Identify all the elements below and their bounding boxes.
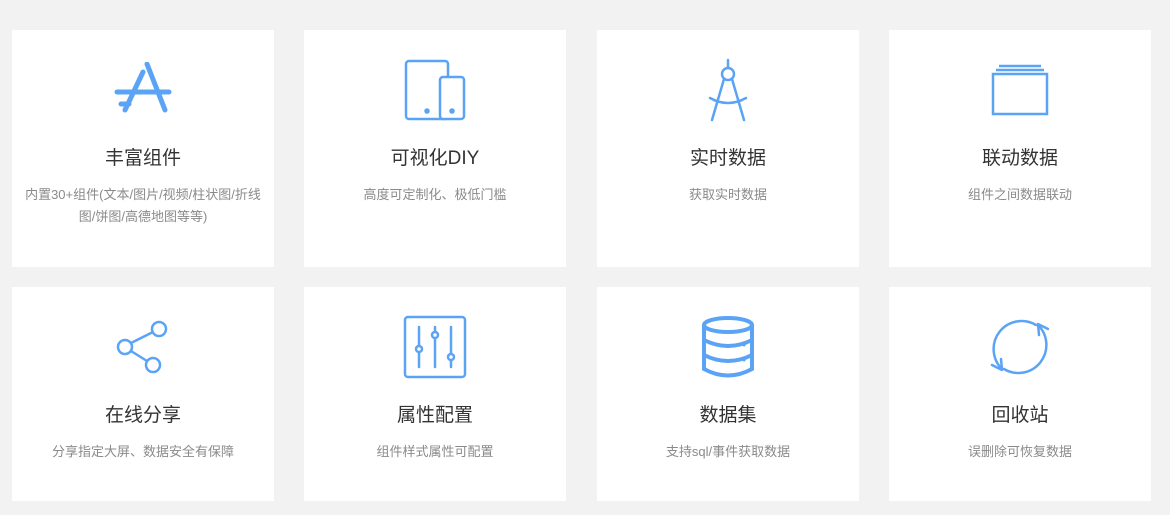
compass-icon xyxy=(597,58,859,122)
feature-description: 误删除可恢复数据 xyxy=(967,444,1072,459)
window-stack-icon xyxy=(889,58,1151,122)
feature-description: 组件样式属性可配置 xyxy=(376,444,494,459)
feature-card-dataset[interactable]: 数据集 支持sql/事件获取数据 xyxy=(597,287,859,501)
feature-title: 数据集 xyxy=(699,405,757,426)
feature-description: 获取实时数据 xyxy=(688,187,767,202)
database-icon xyxy=(597,315,859,379)
feature-card-components[interactable]: 丰富组件 内置30+组件(文本/图片/视频/柱状图/折线图/饼图/高德地图等等) xyxy=(12,30,274,267)
feature-title: 在线分享 xyxy=(104,405,181,426)
devices-icon xyxy=(304,58,566,122)
feature-title: 回收站 xyxy=(991,405,1049,426)
share-icon xyxy=(12,315,274,379)
feature-card-recycle-bin[interactable]: 回收站 误删除可恢复数据 xyxy=(889,287,1151,501)
feature-title: 可视化DIY xyxy=(390,148,480,169)
feature-card-realtime-data[interactable]: 实时数据 获取实时数据 xyxy=(597,30,859,267)
app-store-icon xyxy=(12,58,274,122)
feature-description: 组件之间数据联动 xyxy=(967,187,1072,202)
sliders-icon xyxy=(304,315,566,379)
feature-title: 联动数据 xyxy=(981,148,1058,169)
feature-title: 实时数据 xyxy=(689,148,766,169)
feature-card-visual-diy[interactable]: 可视化DIY 高度可定制化、极低门槛 xyxy=(304,30,566,267)
feature-card-property-config[interactable]: 属性配置 组件样式属性可配置 xyxy=(304,287,566,501)
feature-description: 高度可定制化、极低门槛 xyxy=(363,187,507,202)
refresh-icon xyxy=(889,315,1151,379)
feature-description: 分享指定大屏、数据安全有保障 xyxy=(51,444,234,459)
feature-description: 支持sql/事件获取数据 xyxy=(665,444,791,459)
feature-title: 丰富组件 xyxy=(104,148,181,169)
feature-card-online-share[interactable]: 在线分享 分享指定大屏、数据安全有保障 xyxy=(12,287,274,501)
feature-description: 内置30+组件(文本/图片/视频/柱状图/折线图/饼图/高德地图等等) xyxy=(25,187,261,224)
feature-card-linked-data[interactable]: 联动数据 组件之间数据联动 xyxy=(889,30,1151,267)
feature-title: 属性配置 xyxy=(396,405,473,426)
feature-grid: 丰富组件 内置30+组件(文本/图片/视频/柱状图/折线图/饼图/高德地图等等)… xyxy=(0,0,1170,515)
